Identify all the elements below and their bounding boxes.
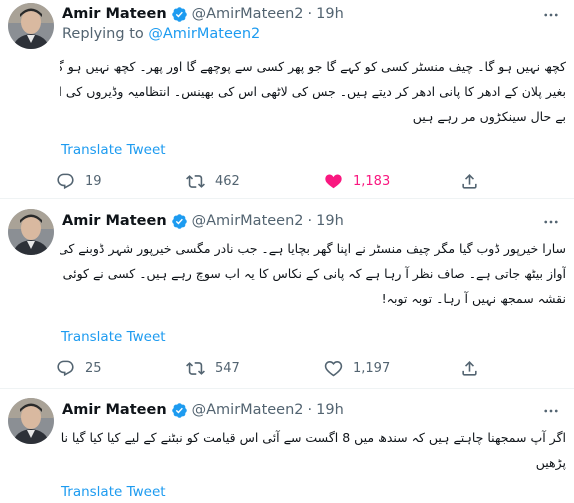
tweet-text-line: سارا خیرپور ڈوب گیا مگر چیف منسٹر نے اپن… (60, 241, 566, 256)
translate-tweet-link[interactable]: Translate Tweet (61, 329, 166, 345)
tweet-actions: 19 462 1,183 (56, 169, 536, 193)
tweet-header: Amir Mateen @AmirMateen2 · 19h (62, 399, 344, 421)
replying-prefix: Replying to (62, 26, 144, 42)
tweet-1[interactable]: Amir Mateen @AmirMateen2 · 19h Replying … (0, 0, 574, 198)
share-icon (460, 359, 479, 378)
tweet-text-line: بے حال سینکڑوں مر رہے ہیں (412, 109, 566, 124)
retweet-button[interactable]: 547 (186, 356, 240, 380)
author-name[interactable]: Amir Mateen (62, 402, 167, 418)
tweet-text-line: نقشہ سمجھ نہیں آ رہا۔ توبہ توبہ! (381, 291, 566, 306)
like-button[interactable]: 1,183 (324, 169, 390, 193)
verified-badge-icon (171, 402, 188, 419)
tweet-header: Amir Mateen @AmirMateen2 · 19h (62, 210, 344, 232)
tweet-header: Amir Mateen @AmirMateen2 · 19h (62, 3, 344, 25)
like-icon (324, 172, 343, 191)
author-handle[interactable]: @AmirMateen2 (192, 6, 304, 22)
more-icon[interactable] (540, 211, 562, 233)
like-button[interactable]: 1,197 (324, 356, 390, 380)
translate-tweet-link[interactable]: Translate Tweet (61, 142, 166, 158)
separator-dot: · (307, 402, 313, 418)
retweet-button[interactable]: 462 (186, 169, 240, 193)
replying-handle-link[interactable]: @AmirMateen2 (148, 26, 260, 42)
share-button[interactable] (460, 356, 479, 380)
tweet-2[interactable]: Amir Mateen @AmirMateen2 · 19h سارا خیرپ… (0, 199, 574, 388)
retweet-count: 547 (215, 360, 240, 376)
tweet-text-line: آواز بیٹھ جاتی ہے۔ صاف نظر آ رہا ہے کہ پ… (60, 266, 566, 281)
reply-count: 19 (85, 173, 102, 189)
separator-dot: · (307, 6, 313, 22)
avatar[interactable] (8, 209, 54, 255)
tweet-timestamp[interactable]: 19h (316, 6, 344, 22)
tweet-actions: 25 547 1,197 (56, 356, 536, 380)
retweet-icon (186, 172, 205, 191)
separator-dot: · (307, 213, 313, 229)
replying-to: Replying to @AmirMateen2 (62, 26, 260, 42)
reply-icon (56, 359, 75, 378)
retweet-icon (186, 359, 205, 378)
verified-badge-icon (171, 6, 188, 23)
tweet-text-line: بغیر پلان کے ادھر کا پانی ادھر کر دیتے ہ… (60, 84, 566, 99)
tweet-text-line: پڑھیں (535, 455, 566, 470)
tweet-text: اگر آپ سمجھنا چاہتے ہیں کہ سندھ میں 8 اگ… (60, 425, 566, 475)
like-count: 1,197 (353, 360, 391, 376)
tweet-timestamp[interactable]: 19h (316, 402, 344, 418)
share-icon (460, 172, 479, 191)
tweet-timestamp[interactable]: 19h (316, 213, 344, 229)
author-handle[interactable]: @AmirMateen2 (192, 402, 304, 418)
avatar[interactable] (8, 398, 54, 444)
tweet-3[interactable]: Amir Mateen @AmirMateen2 · 19h اگر آپ سم… (0, 389, 574, 503)
reply-button[interactable]: 19 (56, 169, 102, 193)
tweet-text-line: اگر آپ سمجھنا چاہتے ہیں کہ سندھ میں 8 اگ… (60, 430, 566, 445)
author-name[interactable]: Amir Mateen (62, 6, 167, 22)
reply-count: 25 (85, 360, 102, 376)
more-icon[interactable] (540, 4, 562, 26)
translate-tweet-link[interactable]: Translate Tweet (61, 484, 166, 500)
tweet-text: سارا خیرپور ڈوب گیا مگر چیف منسٹر نے اپن… (60, 236, 566, 311)
like-icon (324, 359, 343, 378)
tweet-text-line: کچھ نہیں ہو گا۔ چیف منسٹر کسی کو کہے گا … (60, 59, 566, 74)
author-handle[interactable]: @AmirMateen2 (192, 213, 304, 229)
like-count: 1,183 (353, 173, 391, 189)
reply-icon (56, 172, 75, 191)
tweet-text: کچھ نہیں ہو گا۔ چیف منسٹر کسی کو کہے گا … (60, 54, 566, 129)
avatar[interactable] (8, 3, 54, 49)
author-name[interactable]: Amir Mateen (62, 213, 167, 229)
reply-button[interactable]: 25 (56, 356, 102, 380)
more-icon[interactable] (540, 400, 562, 422)
share-button[interactable] (460, 169, 479, 193)
verified-badge-icon (171, 213, 188, 230)
retweet-count: 462 (215, 173, 240, 189)
